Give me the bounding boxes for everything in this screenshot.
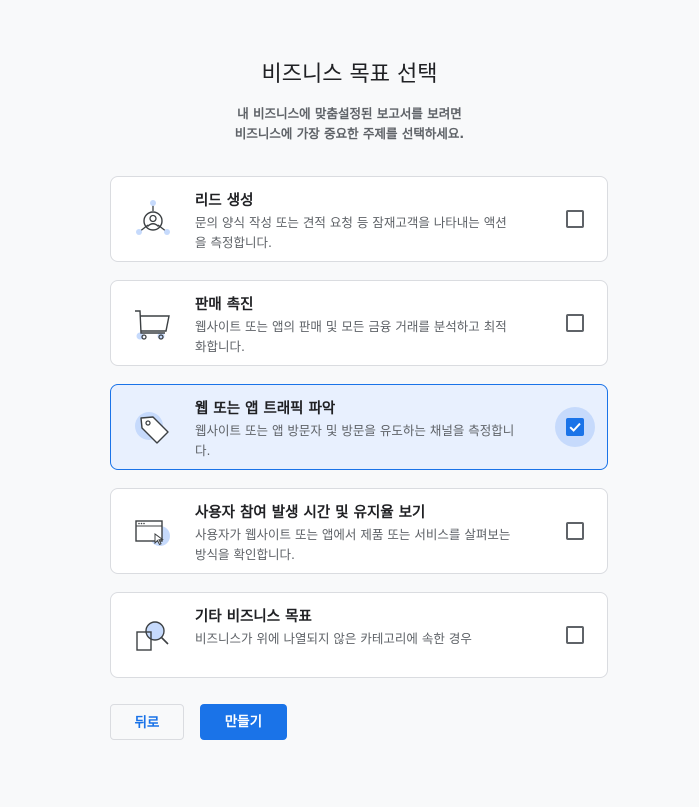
option-checkbox[interactable] (566, 314, 584, 332)
option-title: 판매 촉진 (195, 297, 254, 313)
option-card-other[interactable]: 기타 비즈니스 목표 비즈니스가 위에 나열되지 않은 카테고리에 속한 경우 (110, 592, 608, 678)
option-checkbox[interactable] (566, 210, 584, 228)
option-description: 사용자가 웹사이트 또는 앱에서 제품 또는 서비스를 살펴보는 방식을 확인합… (195, 527, 511, 562)
option-card-lead-generation[interactable]: 리드 생성 문의 양식 작성 또는 견적 요청 등 잠재고객을 나타내는 액션 … (110, 176, 608, 262)
page-subtitle: 내 비즈니스에 맞춤설정된 보고서를 보려면 비즈니스에 가장 중요한 주제를 … (0, 104, 699, 144)
option-card-engagement[interactable]: 사용자 참여 발생 시간 및 유지율 보기 사용자가 웹사이트 또는 앱에서 제… (110, 488, 608, 574)
option-description: 비즈니스가 위에 나열되지 않은 카테고리에 속한 경우 (195, 631, 472, 646)
option-title: 사용자 참여 발생 시간 및 유지율 보기 (195, 505, 426, 521)
tag-icon (131, 406, 175, 450)
browser-window-icon (131, 510, 175, 554)
option-description: 문의 양식 작성 또는 견적 요청 등 잠재고객을 나타내는 액션 을 측정합니… (195, 215, 507, 250)
option-card-traffic[interactable]: 웹 또는 앱 트래픽 파악 웹사이트 또는 앱 방문자 및 방문을 유도하는 채… (110, 384, 608, 470)
option-checkbox[interactable] (566, 522, 584, 540)
option-checkbox[interactable] (566, 626, 584, 644)
option-card-sales[interactable]: 판매 촉진 웹사이트 또는 앱의 판매 및 모든 금융 거래를 분석하고 최적 … (110, 280, 608, 366)
option-description: 웹사이트 또는 앱 방문자 및 방문을 유도하는 채널을 측정합니 다. (195, 423, 515, 458)
option-description: 웹사이트 또는 앱의 판매 및 모든 금융 거래를 분석하고 최적 화합니다. (195, 319, 507, 354)
checkmark-icon (569, 422, 581, 432)
subtitle-line-1: 내 비즈니스에 맞춤설정된 보고서를 보려면 (237, 106, 462, 121)
option-title: 리드 생성 (195, 193, 254, 209)
lead-icon (131, 198, 175, 242)
create-button[interactable]: 만들기 (200, 704, 287, 740)
option-title: 기타 비즈니스 목표 (195, 609, 312, 625)
option-checkbox-checked[interactable] (566, 418, 584, 436)
page-title: 비즈니스 목표 선택 (261, 62, 438, 87)
subtitle-line-2: 비즈니스에 가장 중요한 주제를 선택하세요. (234, 126, 465, 141)
magnifier-icon (131, 614, 175, 658)
shopping-cart-icon (131, 302, 175, 346)
option-title: 웹 또는 앱 트래픽 파악 (195, 401, 336, 417)
back-button[interactable]: 뒤로 (110, 704, 184, 740)
